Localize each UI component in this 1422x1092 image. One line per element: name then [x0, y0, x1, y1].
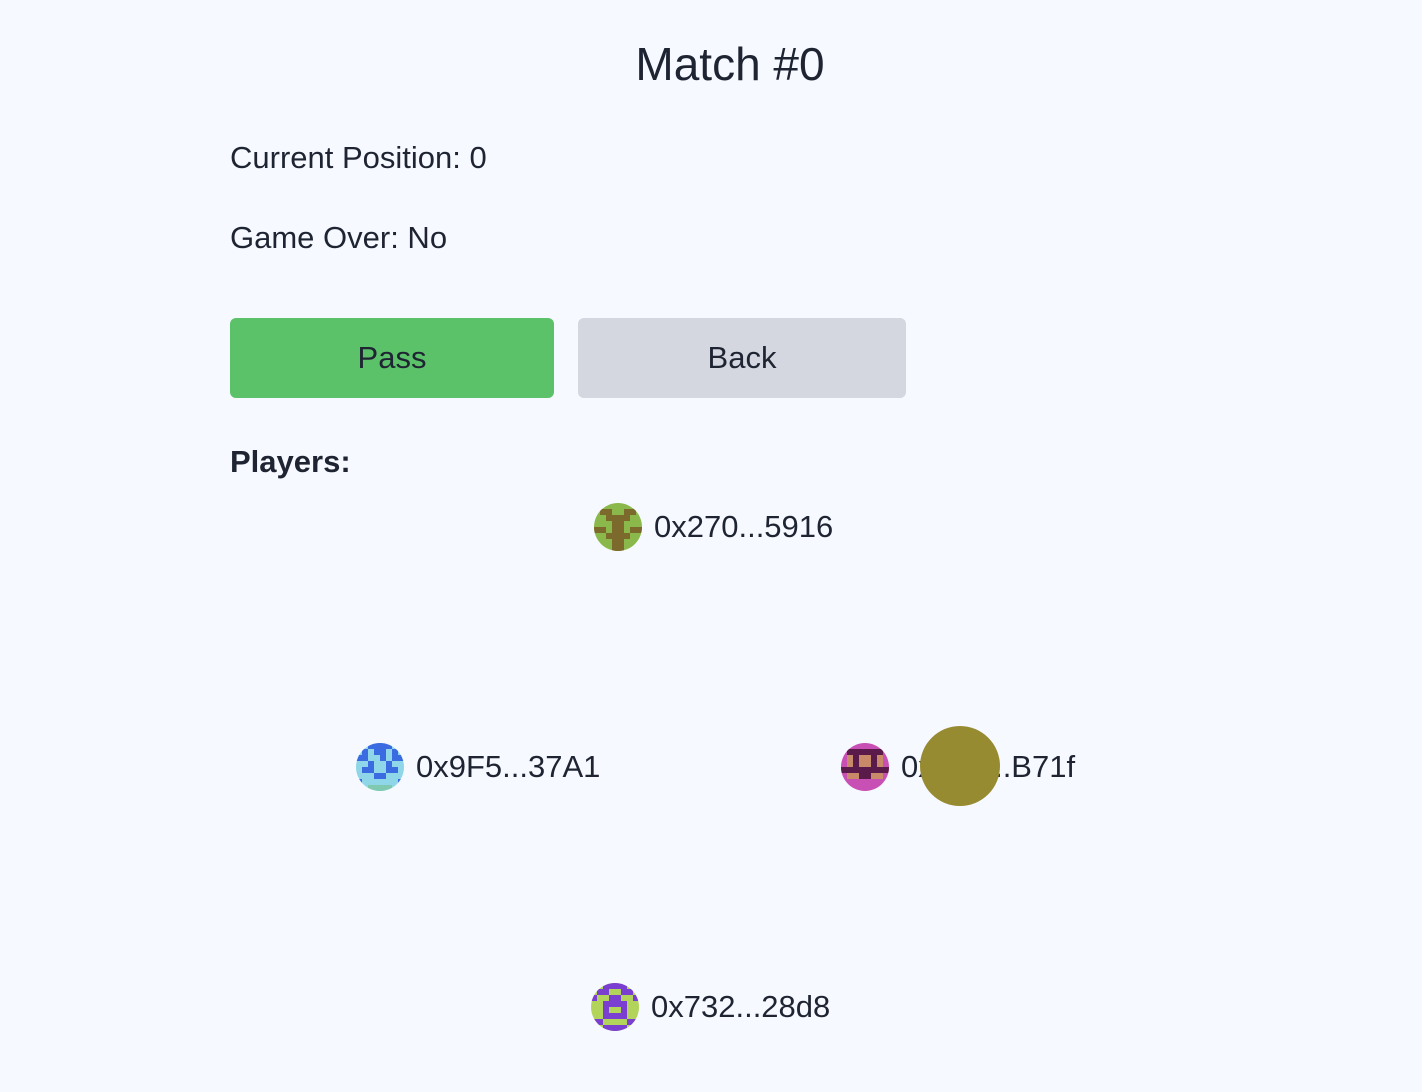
- pass-button[interactable]: Pass: [230, 318, 554, 398]
- player-avatar-icon: [841, 743, 889, 791]
- page-title: Match #0: [635, 38, 825, 90]
- player-address: 0x9F5...37A1: [416, 749, 601, 784]
- player-avatar-icon: [591, 983, 639, 1031]
- player-address: 0x732...28d8: [651, 989, 831, 1024]
- player-item: 0x270...5916: [594, 502, 833, 552]
- game-over-text: Game Over: No: [230, 220, 448, 255]
- player-item: 0x9F5...37A1: [356, 742, 600, 792]
- player-avatar-icon: [594, 503, 642, 551]
- players-heading: Players:: [230, 444, 351, 479]
- current-position-text: Current Position: 0: [230, 140, 487, 175]
- game-token-marker: [920, 726, 1000, 806]
- player-avatar-icon: [356, 743, 404, 791]
- player-item: 0x732...28d8: [591, 982, 830, 1032]
- player-address: 0x270...5916: [654, 509, 834, 544]
- match-page: Match #0 Current Position: 0 Game Over: …: [0, 0, 1422, 1092]
- back-button[interactable]: Back: [578, 318, 906, 398]
